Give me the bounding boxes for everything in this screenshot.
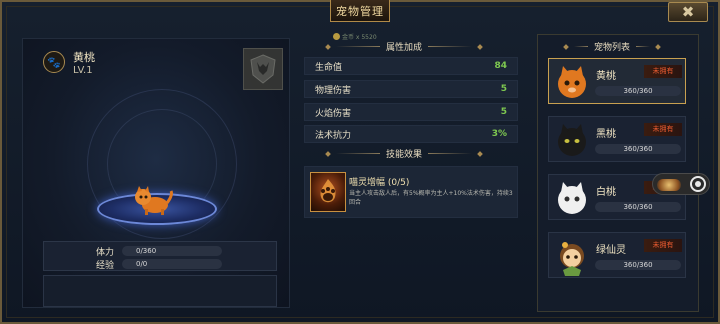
coin-icon (333, 33, 340, 40)
stat-row-exp: 经验 0/0 (44, 258, 222, 271)
skills-header: 技能效果 (325, 147, 483, 160)
pet-description-box (43, 275, 277, 307)
orange-cat-icon (558, 66, 586, 98)
fairy-icon (560, 242, 584, 276)
skills-title: 技能效果 (386, 150, 423, 160)
stat-label: 经验 (95, 260, 114, 271)
not-owned-badge: 未拥有 (644, 239, 682, 252)
pet-card-name: 黑桃 (596, 129, 616, 140)
floating-record-button[interactable] (652, 173, 710, 195)
stat-bar: 0/360 (122, 246, 222, 256)
attr-row-physical: 物理伤害 5 (304, 80, 518, 98)
flame-paw-icon (310, 172, 346, 212)
pet-list-title: 宠物列表 (594, 43, 631, 53)
attr-value: 3% (491, 129, 507, 139)
white-cat-icon (558, 182, 586, 214)
attr-row-hp: 生命值 84 (304, 57, 518, 75)
attr-value: 5 (500, 107, 507, 117)
pet-card-hp: 360/360 (595, 144, 681, 154)
paw-icon: 🐾 (43, 51, 65, 73)
pet-card-hp: 360/360 (595, 260, 681, 270)
attributes-title: 属性加成 (386, 43, 423, 53)
pet-card-name: 黄桃 (596, 71, 616, 82)
pet-card-lvxianling[interactable]: 绿仙灵 未拥有 360/360 (548, 232, 686, 278)
pet-card-hp: 360/360 (595, 86, 681, 96)
skill-title: 喵灵增幅 (0/5) (349, 178, 410, 188)
not-owned-badge: 未拥有 (644, 65, 682, 78)
close-icon: ✖ (681, 3, 695, 21)
orange-cat-sprite (135, 186, 173, 215)
attr-name: 法术抗力 (315, 130, 352, 141)
attr-name: 火焰伤害 (315, 108, 352, 119)
attr-row-fire: 火焰伤害 5 (304, 103, 518, 121)
skill-description: 当主人攻击敌人后，有5%概率为主人+10%法术伤害，持续3回合 (349, 190, 513, 206)
pet-card-heitao[interactable]: 黑桃 未拥有 360/360 (548, 116, 686, 162)
pet-card-huangtao[interactable]: 黄桃 未拥有 360/360 (548, 58, 686, 104)
pet-name: 黄桃 (73, 51, 95, 64)
attr-row-spell-resist: 法术抗力 3% (304, 125, 518, 143)
floating-glow-icon (657, 179, 681, 191)
attr-value: 84 (494, 61, 507, 71)
pet-stats-box: 体力 0/360 经验 0/0 (43, 241, 277, 271)
stat-label: 体力 (95, 247, 114, 258)
not-owned-badge: 未拥有 (644, 123, 682, 136)
close-button[interactable]: ✖ (668, 2, 708, 22)
skill-item[interactable]: 喵灵增幅 (0/5) 当主人攻击敌人后，有5%概率为主人+10%法术伤害，持续3… (304, 166, 518, 218)
pet-card-name: 绿仙灵 (596, 245, 626, 256)
pet-card-hp: 360/360 (595, 202, 681, 212)
window-title: 宠物管理 (330, 0, 390, 22)
pet-header: 🐾 黄桃 LV.1 (43, 51, 95, 77)
stat-bar: 0/0 (122, 259, 222, 269)
pet-list-header: 宠物列表 (563, 40, 661, 53)
attributes-header: 属性加成 (325, 40, 483, 53)
record-icon (690, 176, 706, 192)
attr-name: 物理伤害 (315, 85, 352, 96)
attr-name: 生命值 (315, 62, 343, 73)
stat-row-stamina: 体力 0/360 (44, 245, 222, 258)
attr-value: 5 (500, 84, 507, 94)
pet-level: LV.1 (73, 65, 93, 76)
pet-card-name: 白桃 (596, 187, 616, 198)
black-cat-icon (558, 124, 586, 156)
demon-shield-icon[interactable] (243, 48, 283, 90)
pet-preview-panel: 🐾 黄桃 LV.1 体力 0/360 经验 0/0 (22, 38, 290, 308)
